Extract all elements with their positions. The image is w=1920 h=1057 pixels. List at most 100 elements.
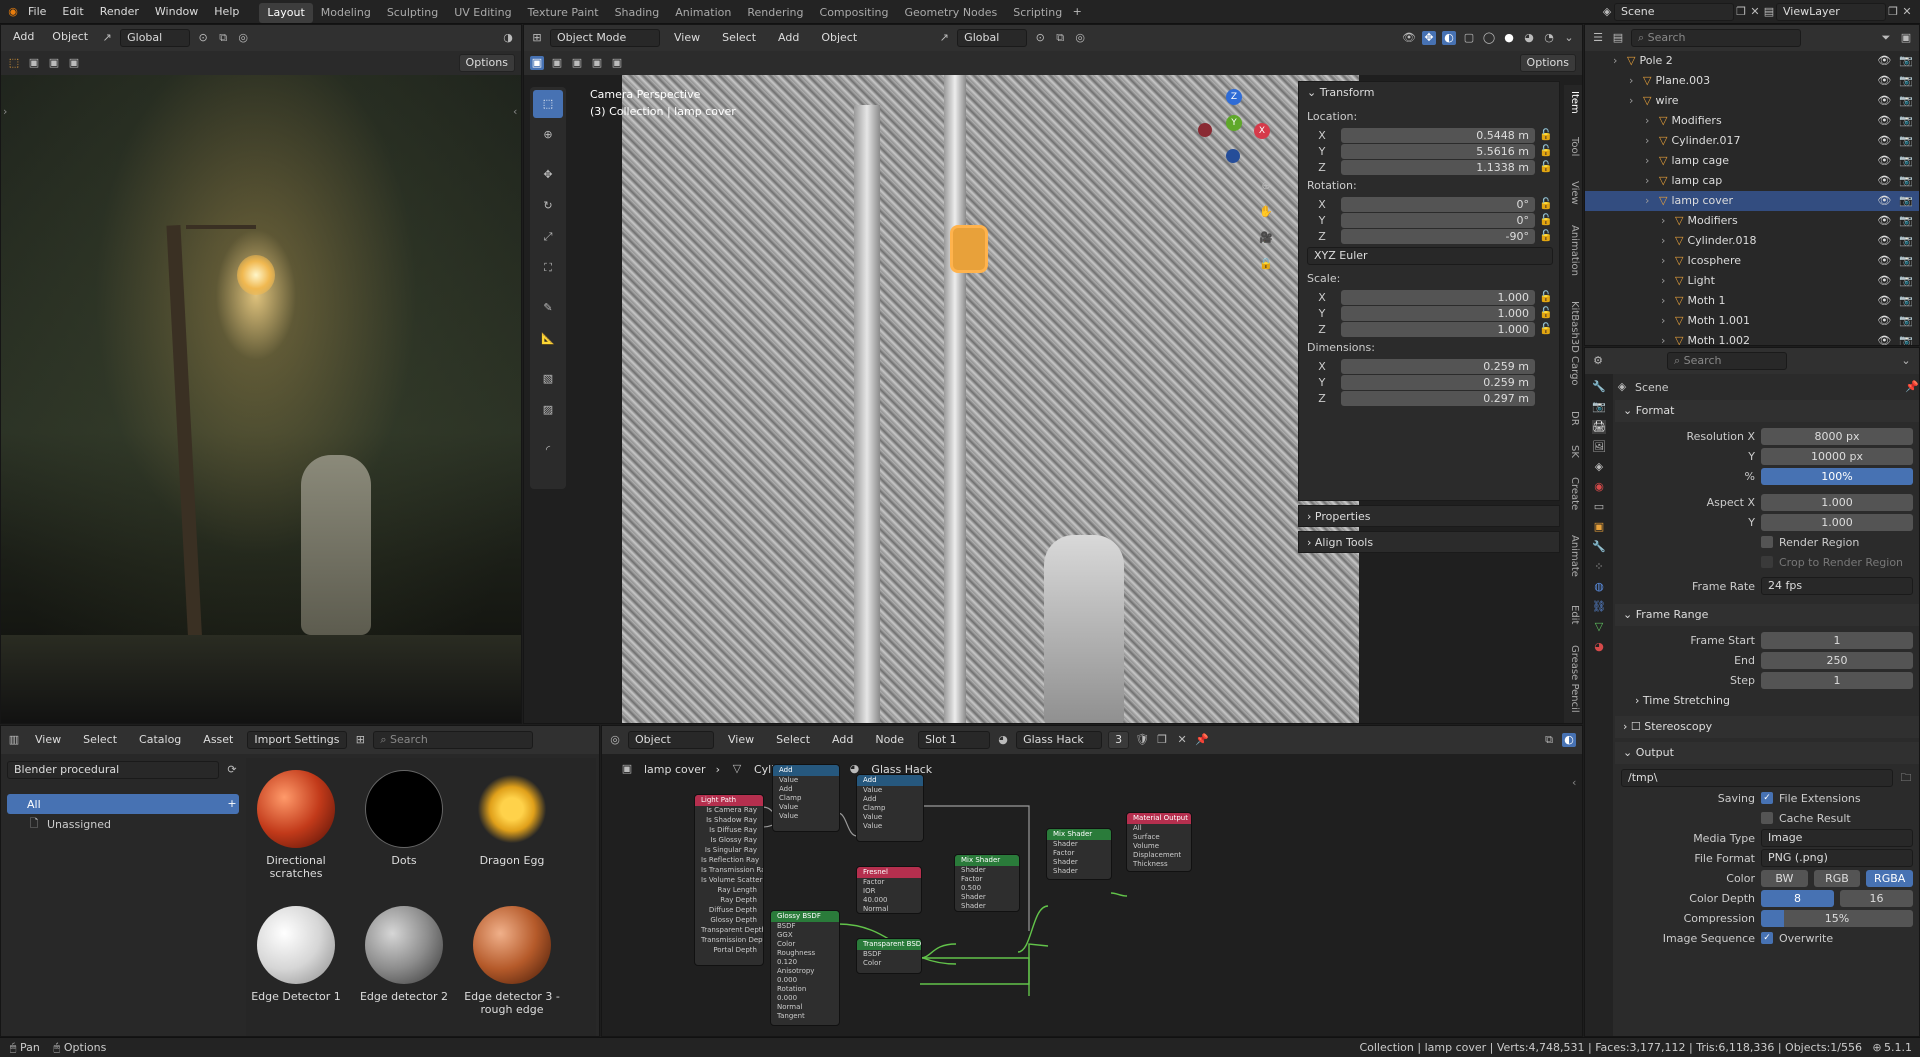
outliner-row[interactable]: › ▽ lamp cage 👁 📷: [1585, 151, 1919, 171]
location-field[interactable]: 5.5616 m: [1341, 143, 1535, 159]
render-image[interactable]: [1, 75, 521, 723]
node-socket[interactable]: Value: [857, 786, 923, 795]
catalog-add-icon[interactable]: +: [225, 797, 239, 811]
gizmo-z-icon[interactable]: Z: [1226, 89, 1242, 105]
render-options-button[interactable]: Options: [458, 54, 515, 72]
frame-field[interactable]: 250: [1761, 651, 1913, 669]
node-mix-shader-2[interactable]: Mix Shader Shader Factor Shader Shader: [1046, 828, 1112, 880]
node-socket[interactable]: Ray Depth: [695, 896, 763, 906]
new-scene-icon[interactable]: ❐: [1734, 5, 1748, 19]
cache-result-checkbox[interactable]: [1761, 812, 1773, 824]
camera-render-icon[interactable]: 📷: [1899, 191, 1913, 211]
eye-icon[interactable]: 👁: [1877, 171, 1891, 191]
node-socket[interactable]: Normal: [857, 905, 921, 913]
gizmo-toggle-icon[interactable]: ✥: [1422, 31, 1436, 45]
lock-icon[interactable]: 🔓: [1539, 197, 1553, 211]
node-socket[interactable]: All: [1127, 824, 1191, 833]
node-socket[interactable]: Ray Length: [695, 886, 763, 896]
asset-select-menu[interactable]: Select: [75, 728, 125, 752]
cursor-tool-icon[interactable]: ⬚: [7, 56, 21, 70]
node-socket[interactable]: Is Singular Ray: [695, 846, 763, 856]
node-socket[interactable]: Normal: [771, 1003, 839, 1012]
node-socket[interactable]: Shader: [955, 902, 1019, 911]
asset-edge-detector-3[interactable]: Edge detector 3 - rough edge: [462, 906, 562, 1016]
scale-field[interactable]: 1.000: [1341, 305, 1535, 321]
camera-render-icon[interactable]: 📷: [1899, 151, 1913, 171]
node-socket[interactable]: Displacement: [1127, 851, 1191, 860]
render-orientation-dropdown[interactable]: Global: [120, 29, 191, 47]
vp-select-extend-icon[interactable]: ▣: [570, 56, 584, 70]
node-mix-shader-1[interactable]: Mix Shader Shader Factor 0.500 Shader Shader: [954, 854, 1020, 912]
camera-render-icon[interactable]: 📷: [1899, 131, 1913, 151]
visibility-icon[interactable]: 👁: [1402, 31, 1416, 45]
gizmo-neg-x-icon[interactable]: [1198, 123, 1212, 137]
outliner-row[interactable]: › ▽ Modifiers 👁 📷: [1585, 111, 1919, 131]
material-tab-icon[interactable]: ◕: [1592, 640, 1606, 654]
tab-compositing[interactable]: Compositing: [812, 3, 897, 23]
chevron-right-icon[interactable]: ›: [1661, 331, 1671, 345]
tab-layout[interactable]: Layout: [259, 2, 313, 23]
new-viewlayer-icon[interactable]: ❐: [1886, 5, 1900, 19]
scene-selector[interactable]: Scene: [1614, 2, 1734, 21]
add-workspace-icon[interactable]: +: [1070, 5, 1084, 19]
lock-icon[interactable]: 🔓: [1539, 306, 1553, 320]
outliner-row[interactable]: › ▽ Moth 1.002 👁 📷: [1585, 331, 1919, 345]
tab-kitbash[interactable]: KitBash3D Cargo: [1566, 301, 1580, 386]
compression-slider[interactable]: 15%: [1761, 909, 1913, 927]
render-visibility-icon[interactable]: ◑: [501, 31, 515, 45]
camera-render-icon[interactable]: 📷: [1899, 231, 1913, 251]
tab-sculpting[interactable]: Sculpting: [379, 3, 446, 23]
format-field[interactable]: 100%: [1761, 467, 1913, 485]
pivot-icon[interactable]: ⊙: [196, 31, 210, 45]
asset-edge-detector-1[interactable]: Edge Detector 1: [246, 906, 346, 1003]
catalog-unassigned[interactable]: 🗋 Unassigned: [7, 814, 239, 834]
shading-material-icon[interactable]: ◕: [1522, 31, 1536, 45]
xray-icon[interactable]: ▢: [1462, 31, 1476, 45]
menu-window[interactable]: Window: [147, 0, 206, 24]
camera-render-icon[interactable]: 📷: [1899, 171, 1913, 191]
tab-grease-pencil[interactable]: Grease Pencil: [1566, 645, 1580, 713]
camera-render-icon[interactable]: 📷: [1899, 311, 1913, 331]
node-socket[interactable]: BSDF: [771, 922, 839, 931]
lock-icon[interactable]: 🔓: [1539, 290, 1553, 304]
overwrite-checkbox[interactable]: ✓: [1761, 932, 1773, 944]
camera-render-icon[interactable]: 📷: [1899, 291, 1913, 311]
scene-tab-icon[interactable]: ◈: [1592, 460, 1606, 474]
particles-tab-icon[interactable]: ⁘: [1592, 560, 1606, 574]
lock-icon[interactable]: 🔓: [1539, 322, 1553, 336]
frame-rate-dropdown[interactable]: 24 fps: [1761, 577, 1913, 595]
shading-wire-icon[interactable]: ◯: [1482, 31, 1496, 45]
render-region-checkbox[interactable]: [1761, 536, 1773, 548]
align-tools-header[interactable]: › Align Tools: [1298, 531, 1560, 553]
render-add-menu[interactable]: Add: [7, 29, 40, 47]
stereoscopy-checkbox[interactable]: ☐: [1631, 720, 1644, 733]
node-socket[interactable]: Thickness: [1127, 860, 1191, 869]
node-add-1[interactable]: Add Value Add Clamp Value Value: [772, 764, 840, 832]
color-rgba-button[interactable]: RGBA: [1866, 869, 1914, 887]
location-field[interactable]: 0.5448 m: [1341, 127, 1535, 143]
node-socket[interactable]: Clamp: [857, 804, 923, 813]
format-field[interactable]: 10000 px: [1761, 447, 1913, 465]
viewport-options-button[interactable]: Options: [1519, 54, 1576, 72]
node-socket[interactable]: Rotation: [771, 985, 839, 994]
color-bw-button[interactable]: BW: [1761, 869, 1808, 887]
proportional-edit-icon[interactable]: ◎: [1073, 31, 1087, 45]
outliner-row[interactable]: › ▽ Pole 2 👁 📷: [1585, 51, 1919, 71]
lock-camera-icon[interactable]: 🔒: [1259, 257, 1273, 271]
properties-options-icon[interactable]: ⌄: [1899, 354, 1913, 368]
node-socket[interactable]: Shader: [955, 866, 1019, 875]
node-socket[interactable]: Is Volume Scatter Ray: [695, 876, 763, 886]
tab-animation[interactable]: Animation: [667, 3, 739, 23]
lock-icon[interactable]: 🔓: [1539, 128, 1553, 142]
outliner-row[interactable]: › ▽ lamp cover 👁 📷: [1585, 191, 1919, 211]
viewport-object-menu[interactable]: Object: [813, 26, 865, 50]
object-tab-icon[interactable]: ▣: [1592, 520, 1606, 534]
library-dropdown[interactable]: Blender procedural: [7, 761, 219, 779]
node-socket[interactable]: BSDF: [857, 950, 921, 959]
shading-solid-icon[interactable]: ●: [1502, 31, 1516, 45]
tool-select-icon[interactable]: ⬚: [533, 90, 563, 118]
editor-type-icon[interactable]: ⊞: [530, 31, 544, 45]
tool-cursor-icon[interactable]: ⊕: [533, 121, 563, 149]
node-material-output[interactable]: Material Output All Surface Volume Displace…: [1126, 812, 1192, 872]
select-box-icon[interactable]: ▣: [27, 56, 41, 70]
